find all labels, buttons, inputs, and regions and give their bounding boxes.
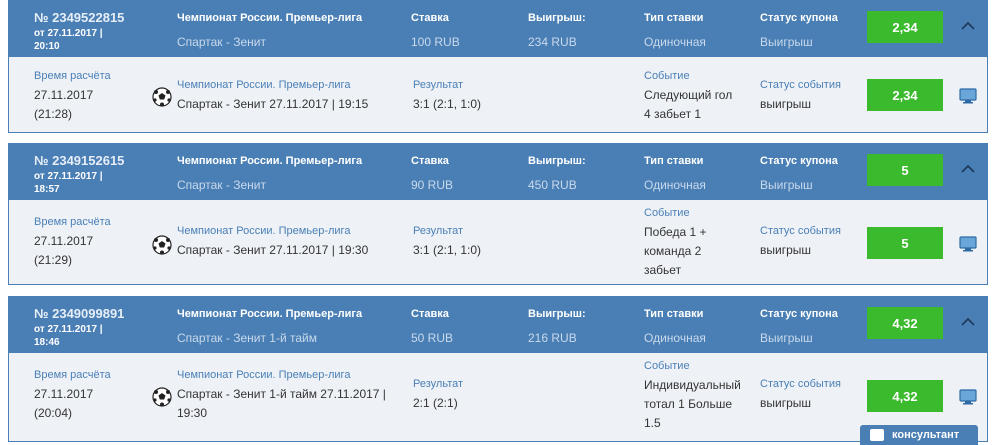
event-value: Индивидуальный тотал 1 Больше 1.5 bbox=[644, 378, 741, 430]
event-odds-badge: 2,34 bbox=[867, 79, 943, 111]
coupon-card: № 2349099891 от 27.11.2017 | 18:46 Чемпио… bbox=[8, 296, 988, 442]
stake-label: Ставка bbox=[411, 155, 449, 167]
winnings-label: Выигрыш: bbox=[528, 308, 586, 320]
event-label: Событие bbox=[644, 70, 690, 82]
collapse-button[interactable] bbox=[953, 156, 983, 180]
bet-type-value: Одиночная bbox=[644, 178, 706, 192]
monitor-icon[interactable] bbox=[959, 389, 977, 405]
winnings-value: 234 RUB bbox=[528, 35, 577, 49]
result-label: Результат bbox=[413, 378, 464, 390]
event-status-label: Статус события bbox=[760, 79, 841, 91]
tournament-label: Чемпионат России. Премьер-лига bbox=[177, 308, 363, 320]
coupon-number: № 2349522815 bbox=[34, 10, 125, 25]
match-detail: Спартак - Зенит 1-й тайм 27.11.2017 | 19:… bbox=[177, 387, 386, 420]
coupon-detail: Время расчёта 27.11.2017 (20:04) Чемпиона… bbox=[9, 353, 987, 441]
event-value: Победа 1 + команда 2 забьет bbox=[644, 225, 707, 277]
stake-label: Ставка bbox=[411, 308, 449, 320]
coupon-header[interactable]: № 2349522815 от 27.11.2017 | 20:10 Чемпио… bbox=[9, 1, 987, 57]
calc-time-value: 27.11.2017 (20:04) bbox=[34, 387, 94, 420]
stake-label: Ставка bbox=[411, 12, 449, 24]
calc-time-value: 27.11.2017 (21:28) bbox=[34, 88, 94, 121]
coupon-card: № 2349152615 от 27.11.2017 | 18:57 Чемпио… bbox=[8, 143, 988, 285]
event-label: Событие bbox=[644, 207, 690, 219]
coupon-detail: Время расчёта 27.11.2017 (21:29) Чемпиона… bbox=[9, 200, 987, 284]
stake-value: 90 RUB bbox=[411, 178, 454, 192]
stake-value: 50 RUB bbox=[411, 331, 454, 345]
tournament-name: Чемпионат России. Премьер-лига bbox=[177, 225, 351, 237]
calc-time-label: Время расчёта bbox=[34, 369, 111, 381]
consultant-label: консультант bbox=[892, 429, 960, 441]
match-name: Спартак - Зенит bbox=[177, 178, 266, 192]
result-value: 3:1 (2:1, 1:0) bbox=[413, 97, 482, 111]
event-label: Событие bbox=[644, 360, 690, 372]
collapse-button[interactable] bbox=[953, 309, 983, 333]
event-status-value: выигрыш bbox=[760, 97, 812, 111]
bet-type-value: Одиночная bbox=[644, 35, 706, 49]
coupon-status-value: Выигрыш bbox=[760, 178, 813, 192]
collapse-button[interactable] bbox=[953, 13, 983, 37]
tournament-name: Чемпионат России. Премьер-лига bbox=[177, 369, 351, 381]
coupon-header[interactable]: № 2349152615 от 27.11.2017 | 18:57 Чемпио… bbox=[9, 144, 987, 200]
odds-badge: 2,34 bbox=[867, 11, 943, 43]
chevron-up-icon bbox=[961, 21, 975, 30]
winnings-label: Выигрыш: bbox=[528, 155, 586, 167]
tournament-label: Чемпионат России. Премьер-лига bbox=[177, 155, 363, 167]
event-status-value: выигрыш bbox=[760, 396, 812, 410]
monitor-icon[interactable] bbox=[959, 88, 977, 104]
coupon-date: от 27.11.2017 | 18:57 bbox=[34, 171, 103, 195]
event-odds-badge: 5 bbox=[867, 227, 943, 259]
match-detail: Спартак - Зенит 27.11.2017 | 19:30 bbox=[177, 243, 369, 257]
bet-type-value: Одиночная bbox=[644, 331, 706, 345]
coupon-card: № 2349522815 от 27.11.2017 | 20:10 Чемпио… bbox=[8, 0, 988, 133]
winnings-label: Выигрыш: bbox=[528, 12, 586, 24]
coupon-detail: Время расчёта 27.11.2017 (21:28) Чемпиона… bbox=[9, 57, 987, 132]
consultant-chat-button[interactable]: консультант bbox=[860, 425, 978, 445]
coupon-number: № 2349099891 bbox=[34, 306, 125, 321]
event-odds-badge: 4,32 bbox=[867, 380, 943, 412]
coupon-status-label: Статус купона bbox=[760, 308, 838, 320]
event-status-value: выигрыш bbox=[760, 243, 812, 257]
event-status-label: Статус события bbox=[760, 225, 841, 237]
odds-badge: 4,32 bbox=[867, 307, 943, 339]
soccer-ball-icon bbox=[152, 387, 172, 407]
winnings-value: 450 RUB bbox=[528, 178, 577, 192]
soccer-ball-icon bbox=[152, 235, 172, 255]
chevron-up-icon bbox=[961, 317, 975, 326]
result-label: Результат bbox=[413, 225, 464, 237]
bet-type-label: Тип ставки bbox=[644, 12, 704, 24]
soccer-ball-icon bbox=[152, 87, 172, 107]
stake-value: 100 RUB bbox=[411, 35, 460, 49]
event-status-label: Статус события bbox=[760, 378, 841, 390]
result-value: 3:1 (2:1, 1:0) bbox=[413, 243, 482, 257]
chat-icon bbox=[870, 429, 884, 441]
calc-time-label: Время расчёта bbox=[34, 70, 111, 82]
coupon-number: № 2349152615 bbox=[34, 153, 125, 168]
match-name: Спартак - Зенит bbox=[177, 35, 266, 49]
chevron-up-icon bbox=[961, 164, 975, 173]
calc-time-label: Время расчёта bbox=[34, 216, 111, 228]
monitor-icon[interactable] bbox=[959, 236, 977, 252]
coupon-date: от 27.11.2017 | 20:10 bbox=[34, 28, 103, 52]
tournament-label: Чемпионат России. Премьер-лига bbox=[177, 12, 363, 24]
coupon-header[interactable]: № 2349099891 от 27.11.2017 | 18:46 Чемпио… bbox=[9, 297, 987, 353]
coupon-status-value: Выигрыш bbox=[760, 35, 813, 49]
bet-type-label: Тип ставки bbox=[644, 155, 704, 167]
coupon-status-label: Статус купона bbox=[760, 155, 838, 167]
winnings-value: 216 RUB bbox=[528, 331, 577, 345]
result-label: Результат bbox=[413, 79, 464, 91]
coupon-status-value: Выигрыш bbox=[760, 331, 813, 345]
match-name: Спартак - Зенит 1-й тайм bbox=[177, 331, 317, 345]
odds-badge: 5 bbox=[867, 154, 943, 186]
calc-time-value: 27.11.2017 (21:29) bbox=[34, 234, 94, 267]
coupon-date: от 27.11.2017 | 18:46 bbox=[34, 324, 103, 348]
match-detail: Спартак - Зенит 27.11.2017 | 19:15 bbox=[177, 97, 369, 111]
coupon-status-label: Статус купона bbox=[760, 12, 838, 24]
event-value: Следующий гол 4 забьет 1 bbox=[644, 88, 733, 121]
bet-type-label: Тип ставки bbox=[644, 308, 704, 320]
tournament-name: Чемпионат России. Премьер-лига bbox=[177, 79, 351, 91]
result-value: 2:1 (2:1) bbox=[413, 396, 458, 410]
